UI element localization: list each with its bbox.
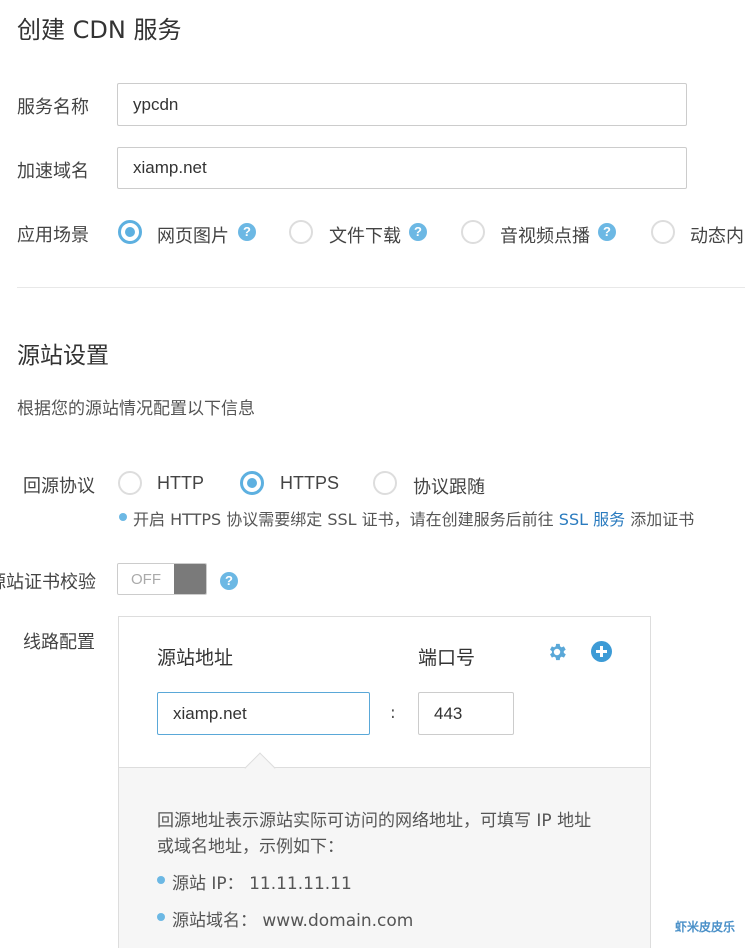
domain-input[interactable]: xiamp.net bbox=[117, 147, 687, 189]
help-text-line1: 回源地址表示源站实际可访问的网络地址，可填写 IP 地址 bbox=[157, 811, 592, 831]
toggle-off-label: OFF bbox=[118, 564, 174, 594]
domain-value: xiamp.net bbox=[133, 158, 207, 177]
protocol-radio-follow[interactable] bbox=[373, 471, 397, 495]
question-circle-icon[interactable]: ? bbox=[598, 223, 616, 241]
gear-icon[interactable] bbox=[546, 641, 568, 663]
service-name-input[interactable]: ypcdn bbox=[117, 83, 687, 126]
scene-option-label: 音视频点播 bbox=[500, 226, 590, 247]
question-circle-icon[interactable]: ? bbox=[238, 223, 256, 241]
scene-option-label: 网页图片 bbox=[157, 226, 229, 247]
service-name-label: 服务名称 bbox=[17, 97, 89, 118]
https-note: 开启 HTTPS 协议需要绑定 SSL 证书，请在创建服务后前往 SSL 服务 … bbox=[133, 506, 694, 530]
scene-option-label: 动态内 bbox=[690, 226, 744, 247]
cert-check-label: 源站证书校验 bbox=[0, 572, 96, 593]
address-column-header: 源站地址 bbox=[157, 647, 234, 669]
protocol-label: 回源协议 bbox=[23, 476, 95, 497]
origin-address-input[interactable]: xiamp.net bbox=[157, 692, 370, 735]
line-config-label: 线路配置 bbox=[23, 632, 95, 653]
protocol-option-label: 协议跟随 bbox=[413, 477, 485, 498]
protocol-radio-https[interactable] bbox=[240, 471, 264, 495]
protocol-option-label: HTTP bbox=[157, 473, 204, 493]
section-divider bbox=[17, 287, 745, 288]
port-column-header: 端口号 bbox=[418, 647, 476, 669]
service-name-value: ypcdn bbox=[133, 94, 179, 114]
watermark-logo: 虾米皮皮乐 bbox=[674, 920, 735, 934]
protocol-option-label: HTTPS bbox=[280, 473, 340, 493]
origin-description: 根据您的源站情况配置以下信息 bbox=[17, 399, 255, 419]
plus-circle-icon[interactable] bbox=[591, 641, 612, 662]
bullet-dot bbox=[157, 913, 165, 921]
scene-radio-web-images[interactable] bbox=[118, 220, 142, 244]
question-circle-icon[interactable]: ? bbox=[220, 572, 238, 590]
bullet-dot bbox=[157, 876, 165, 884]
scene-radio-file-download[interactable] bbox=[289, 220, 313, 244]
origin-section-title: 源站设置 bbox=[17, 343, 109, 369]
example-ip: 源站 IP： 11.11.11.11 bbox=[172, 874, 352, 894]
toggle-knob bbox=[174, 564, 206, 594]
scene-radio-video-on-demand[interactable] bbox=[461, 220, 485, 244]
bullet-dot bbox=[119, 513, 127, 521]
https-note-suffix: 添加证书 bbox=[630, 510, 695, 529]
origin-port-value: 443 bbox=[434, 703, 463, 723]
origin-port-input[interactable]: 443 bbox=[418, 692, 514, 735]
address-port-separator: : bbox=[390, 703, 396, 723]
origin-address-value: xiamp.net bbox=[173, 703, 247, 723]
cert-check-toggle[interactable]: OFF bbox=[117, 563, 207, 595]
scene-option-label: 文件下载 bbox=[329, 226, 401, 247]
page-title: 创建 CDN 服务 bbox=[17, 16, 182, 44]
scene-radio-dynamic[interactable] bbox=[651, 220, 675, 244]
https-note-prefix: 开启 HTTPS 协议需要绑定 SSL 证书，请在创建服务后前往 bbox=[133, 510, 554, 529]
example-domain: 源站域名： www.domain.com bbox=[172, 911, 414, 931]
scene-label: 应用场景 bbox=[17, 225, 89, 246]
help-text-line2: 或域名地址，示例如下： bbox=[157, 837, 344, 857]
ssl-service-link[interactable]: SSL 服务 bbox=[559, 510, 625, 529]
question-circle-icon[interactable]: ? bbox=[409, 223, 427, 241]
domain-label: 加速域名 bbox=[17, 161, 89, 182]
protocol-radio-http[interactable] bbox=[118, 471, 142, 495]
